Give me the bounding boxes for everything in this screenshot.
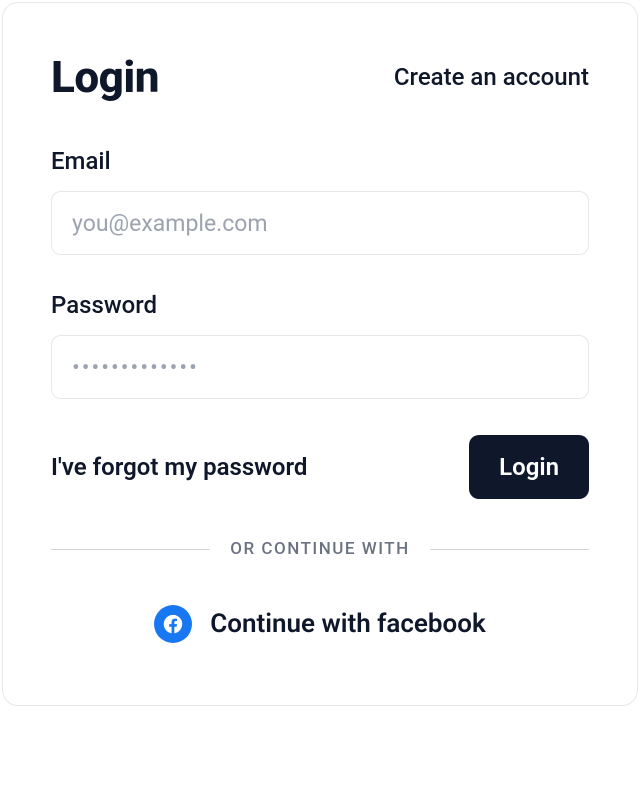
facebook-button-label: Continue with facebook (210, 609, 485, 639)
divider-text: OR CONTINUE WITH (230, 539, 409, 559)
create-account-link[interactable]: Create an account (394, 63, 589, 91)
password-label: Password (51, 291, 589, 319)
facebook-icon (154, 605, 192, 643)
email-input[interactable] (51, 191, 589, 255)
password-input[interactable] (51, 335, 589, 399)
email-label: Email (51, 147, 589, 175)
login-button[interactable]: Login (469, 435, 589, 499)
password-field-group: Password (51, 291, 589, 399)
divider-line-left (51, 549, 210, 550)
page-title: Login (51, 51, 159, 103)
divider-line-right (430, 549, 589, 550)
forgot-password-link[interactable]: I've forgot my password (51, 453, 307, 481)
email-field-group: Email (51, 147, 589, 255)
action-row: I've forgot my password Login (51, 435, 589, 499)
continue-with-facebook-button[interactable]: Continue with facebook (51, 591, 589, 657)
divider-row: OR CONTINUE WITH (51, 539, 589, 559)
header-row: Login Create an account (51, 51, 589, 103)
login-card: Login Create an account Email Password I… (2, 2, 638, 706)
